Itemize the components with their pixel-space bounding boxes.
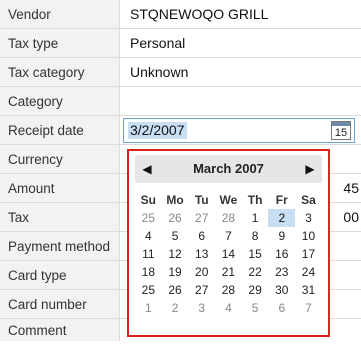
currency-label: Currency — [0, 145, 120, 173]
date-picker-header: ◀ March 2007 ▶ — [135, 155, 322, 183]
calendar-day[interactable]: 3 — [295, 209, 322, 227]
tax-label: Tax — [0, 203, 120, 231]
prev-month-icon[interactable]: ◀ — [137, 155, 157, 183]
calendar-weeks: 25 26 27 28 1 2 3 4 5 6 7 8 9 10 11 12 13 14 15 16 17 18 19 20 2… — [135, 209, 322, 317]
receipt-date-row: Receipt date 3/2/2007 15 — [0, 116, 361, 145]
calendar-day[interactable]: 21 — [215, 263, 242, 281]
tax-category-label: Tax category — [0, 58, 120, 86]
calendar-day[interactable]: 18 — [135, 263, 162, 281]
vendor-label: Vendor — [0, 0, 120, 28]
receipt-date-value[interactable]: 3/2/2007 — [128, 122, 187, 139]
calendar-day[interactable]: 29 — [242, 281, 269, 299]
amount-value[interactable]: 45 — [343, 180, 359, 196]
calendar-day[interactable]: 26 — [162, 281, 189, 299]
category-label: Category — [0, 87, 120, 115]
card-type-label: Card type — [0, 261, 120, 289]
calendar-day[interactable]: 12 — [162, 245, 189, 263]
calendar-day[interactable]: 2 — [268, 209, 296, 227]
calendar-day[interactable]: 1 — [135, 299, 162, 317]
date-picker-popup: ◀ March 2007 ▶ Su Mo Tu We Th Fr Sa 25 26… — [127, 149, 330, 337]
comment-label: Comment — [0, 319, 120, 341]
calendar-day[interactable]: 4 — [215, 299, 242, 317]
next-month-icon[interactable]: ▶ — [300, 155, 320, 183]
calendar-day[interactable]: 14 — [215, 245, 242, 263]
month-title: March 2007 — [193, 161, 264, 176]
calendar-day[interactable]: 7 — [215, 227, 242, 245]
tax-category-value[interactable]: Unknown — [130, 58, 188, 86]
calendar-day[interactable]: 6 — [268, 299, 295, 317]
calendar-day[interactable]: 9 — [268, 227, 295, 245]
tax-type-row: Tax type Personal — [0, 29, 361, 58]
receipt-date-label: Receipt date — [0, 116, 120, 144]
amount-label: Amount — [0, 174, 120, 202]
calendar-grid: Su Mo Tu We Th Fr Sa 25 26 27 28 1 2 3 4 5 6 7 8 9 10… — [135, 191, 322, 317]
payment-method-label: Payment method — [0, 232, 120, 260]
tax-category-row: Tax category Unknown — [0, 58, 361, 87]
weekday-label: Th — [247, 193, 263, 207]
calendar-day[interactable]: 8 — [242, 227, 269, 245]
category-row: Category — [0, 87, 361, 116]
calendar-day[interactable]: 19 — [162, 263, 189, 281]
calendar-week-row: 1234567 — [135, 299, 322, 317]
calendar-week-row: 25 26 27 28 1 2 3 — [135, 209, 322, 227]
calendar-day[interactable]: 30 — [268, 281, 295, 299]
weekday-label: Sa — [301, 193, 316, 207]
calendar-day[interactable]: 31 — [295, 281, 322, 299]
calendar-day[interactable]: 7 — [295, 299, 322, 317]
calendar-day[interactable]: 27 — [188, 209, 215, 227]
calendar-day[interactable]: 1 — [242, 209, 269, 227]
calendar-day[interactable]: 26 — [162, 209, 189, 227]
calendar-day[interactable]: 13 — [188, 245, 215, 263]
calendar-day[interactable]: 27 — [188, 281, 215, 299]
calendar-week-row: 4 5 6 7 8 9 10 — [135, 227, 322, 245]
calendar-day[interactable]: 3 — [188, 299, 215, 317]
tax-type-value[interactable]: Personal — [130, 29, 185, 57]
calendar-day[interactable]: 25 — [135, 281, 162, 299]
calendar-day[interactable]: 16 — [268, 245, 295, 263]
calendar-day[interactable]: 28 — [215, 281, 242, 299]
calendar-day[interactable]: 2 — [162, 299, 189, 317]
calendar-week-row: 18 19 20 21 22 23 24 — [135, 263, 322, 281]
calendar-day[interactable]: 6 — [188, 227, 215, 245]
card-number-label: Card number — [0, 290, 120, 318]
vendor-value[interactable]: STQNEWOQO GRILL — [130, 0, 268, 28]
tax-value[interactable]: 00 — [343, 209, 359, 225]
calendar-day[interactable]: 10 — [295, 227, 322, 245]
vendor-row: Vendor STQNEWOQO GRILL — [0, 0, 361, 29]
calendar-week-row: 11 12 13 14 15 16 17 — [135, 245, 322, 263]
weekday-label: Su — [140, 193, 157, 207]
calendar-day[interactable]: 28 — [215, 209, 242, 227]
receipt-date-input[interactable]: 3/2/2007 15 — [123, 118, 355, 143]
weekday-label: Tu — [194, 193, 209, 207]
calendar-day[interactable]: 22 — [242, 263, 269, 281]
weekday-label: We — [219, 193, 238, 207]
calendar-day[interactable]: 5 — [162, 227, 189, 245]
weekday-label: Mo — [166, 193, 184, 207]
calendar-week-row: 25 26 27 28 29 30 31 — [135, 281, 322, 299]
calendar-day[interactable]: 20 — [188, 263, 215, 281]
calendar-icon[interactable]: 15 — [331, 121, 351, 140]
weekday-header-row: Su Mo Tu We Th Fr Sa — [135, 191, 322, 209]
calendar-day[interactable]: 17 — [295, 245, 322, 263]
calendar-day[interactable]: 5 — [242, 299, 269, 317]
calendar-day[interactable]: 15 — [242, 245, 269, 263]
calendar-day[interactable]: 23 — [268, 263, 295, 281]
weekday-label: Fr — [275, 193, 288, 207]
calendar-day[interactable]: 25 — [135, 209, 162, 227]
calendar-day[interactable]: 4 — [135, 227, 162, 245]
calendar-day[interactable]: 24 — [295, 263, 322, 281]
tax-type-label: Tax type — [0, 29, 120, 57]
calendar-day[interactable]: 11 — [135, 245, 162, 263]
calendar-icon-day: 15 — [334, 127, 348, 139]
